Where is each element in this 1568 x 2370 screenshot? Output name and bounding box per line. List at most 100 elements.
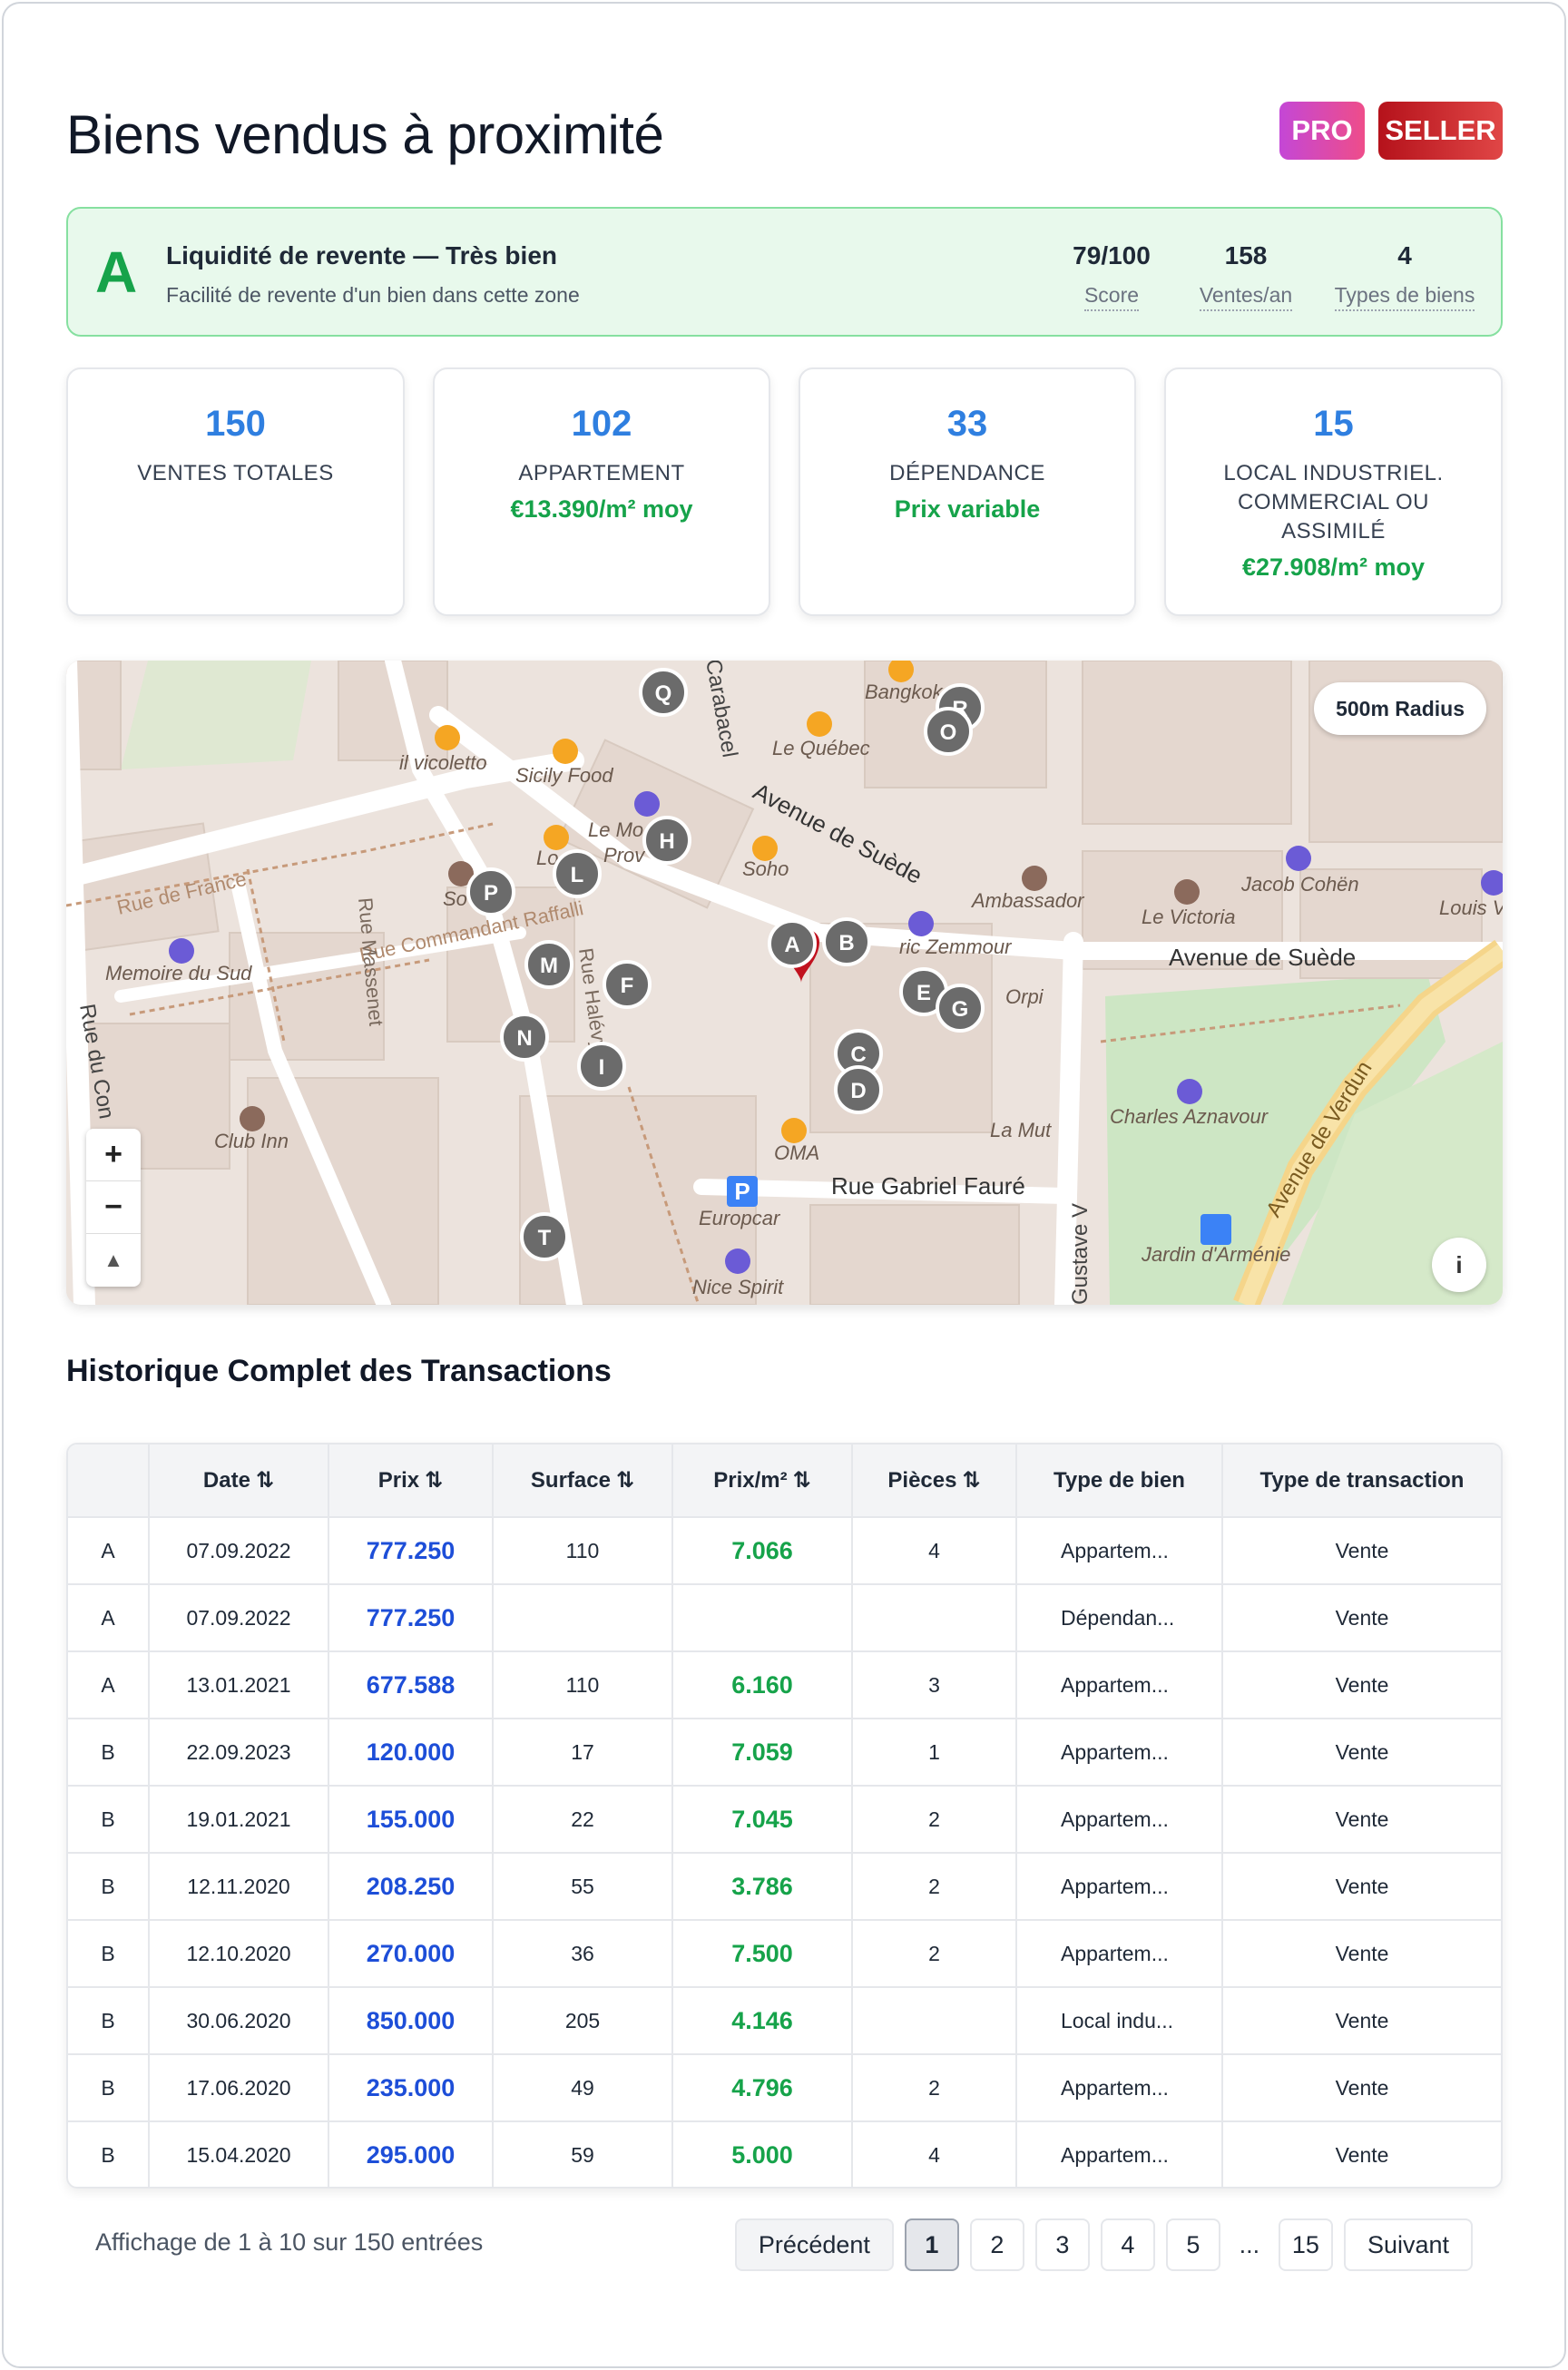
map-marker-b[interactable]: B	[822, 917, 871, 966]
table-row[interactable]: B 30.06.2020 850.000 205 4.146 Local ind…	[68, 1987, 1501, 2055]
poi-nice-spirit[interactable]: Nice Spirit	[692, 1276, 784, 1298]
sort-icon[interactable]: ⇅	[793, 1468, 811, 1493]
radius-button[interactable]: 500m Radius	[1314, 682, 1486, 735]
zoom-in-button[interactable]: +	[86, 1129, 141, 1181]
hotel-icon[interactable]	[1022, 866, 1047, 891]
col-prix[interactable]: Prix ⇅	[328, 1445, 494, 1518]
map-canvas[interactable]: Rue de France Rue Commandant Raffalli Ru…	[66, 661, 1503, 1305]
poi-club-inn[interactable]: Club Inn	[214, 1130, 289, 1152]
page-15-button[interactable]: 15	[1278, 2218, 1333, 2271]
fastfood-icon[interactable]	[553, 739, 578, 764]
table-row[interactable]: B 15.04.2020 295.000 59 5.000 4 Appartem…	[68, 2121, 1501, 2187]
map-info-icon[interactable]: i	[1432, 1238, 1486, 1292]
poi-bangkok[interactable]: Bangkok	[865, 681, 944, 703]
table-row[interactable]: A 13.01.2021 677.588 110 6.160 3 Apparte…	[68, 1651, 1501, 1719]
poi-jardin-armenie[interactable]: Jardin d'Arménie	[1141, 1243, 1290, 1266]
poi-charles-aznavour[interactable]: Charles Aznavour	[1110, 1105, 1269, 1128]
map-marker-i[interactable]: I	[577, 1042, 626, 1091]
page-4-button[interactable]: 4	[1100, 2218, 1155, 2271]
poi-prov[interactable]: Prov	[603, 844, 646, 867]
map-marker-p[interactable]: P	[466, 867, 515, 916]
poi-sicily-food[interactable]: Sicily Food	[515, 764, 613, 787]
col-pieces[interactable]: Pièces ⇅	[852, 1445, 1017, 1518]
poi-oma[interactable]: OMA	[774, 1141, 819, 1164]
bus-stop-icon[interactable]	[1200, 1214, 1231, 1245]
card-sub: Prix variable	[894, 495, 1041, 523]
cell-price: 208.250	[328, 1853, 494, 1921]
col-surface[interactable]: Surface ⇅	[493, 1445, 673, 1518]
zoom-out-button[interactable]: −	[86, 1181, 141, 1234]
page-3-button[interactable]: 3	[1034, 2218, 1090, 2271]
map-marker-q[interactable]: Q	[639, 668, 688, 717]
poi-louis-v[interactable]: Louis V	[1439, 896, 1503, 919]
liquidity-sales-per-year[interactable]: 158 Ventes/an	[1187, 241, 1305, 311]
poi-so[interactable]: So	[443, 887, 467, 910]
prev-button[interactable]: Précédent	[734, 2218, 894, 2271]
shop-icon[interactable]	[169, 938, 194, 964]
map-marker-h[interactable]: H	[642, 816, 691, 865]
map-marker-l[interactable]: L	[553, 849, 602, 898]
page-1-button[interactable]: 1	[904, 2218, 959, 2271]
sales-map[interactable]: Rue de France Rue Commandant Raffalli Ru…	[66, 661, 1503, 1305]
next-button[interactable]: Suivant	[1343, 2218, 1473, 2271]
poi-jacob-cohen[interactable]: Jacob Cohën	[1240, 873, 1359, 896]
poi-soho[interactable]: Soho	[742, 857, 789, 880]
table-row[interactable]: B 22.09.2023 120.000 17 7.059 1 Appartem…	[68, 1719, 1501, 1787]
table-row[interactable]: B 19.01.2021 155.000 22 7.045 2 Appartem…	[68, 1786, 1501, 1854]
table-row[interactable]: A 07.09.2022 777.250 110 7.066 4 Apparte…	[68, 1517, 1501, 1585]
museum-icon[interactable]	[1177, 1079, 1202, 1104]
page-2-button[interactable]: 2	[969, 2218, 1024, 2271]
table-row[interactable]: B 12.11.2020 208.250 55 3.786 2 Appartem…	[68, 1853, 1501, 1921]
hotel-icon[interactable]	[1174, 879, 1200, 905]
poi-le-victoria[interactable]: Le Victoria	[1142, 906, 1236, 928]
liquidity-score-label: Score	[1083, 283, 1140, 311]
map-marker-g[interactable]: G	[936, 984, 985, 1033]
cell-rooms: 3	[852, 1651, 1017, 1719]
map-marker-t[interactable]: T	[520, 1212, 569, 1261]
map-marker-d[interactable]: D	[834, 1065, 883, 1114]
cell-price: 235.000	[328, 2054, 494, 2122]
col-prix-m2[interactable]: Prix/m² ⇅	[672, 1445, 853, 1518]
liquidity-property-types[interactable]: 4 Types de biens	[1328, 241, 1482, 311]
compass-icon[interactable]: ▲	[86, 1234, 141, 1287]
poi-le-quebec[interactable]: Le Québec	[772, 737, 870, 759]
cell-type: Appartem...	[1016, 1517, 1223, 1585]
col-date[interactable]: Date ⇅	[149, 1445, 329, 1518]
cell-date: 12.11.2020	[149, 1853, 329, 1921]
liquidity-score[interactable]: 79/100 Score	[1062, 241, 1161, 311]
table-row[interactable]: A 07.09.2022 777.250 Dépendan... Vente	[68, 1584, 1501, 1652]
bar-icon[interactable]	[781, 1118, 807, 1143]
poi-zemmour[interactable]: ric Zemmour	[899, 935, 1013, 958]
shop-icon[interactable]	[634, 791, 660, 817]
map-marker-f[interactable]: F	[603, 960, 652, 1009]
poi-la-mut[interactable]: La Mut	[990, 1119, 1052, 1141]
map-marker-a[interactable]: A	[768, 919, 817, 968]
shop-icon[interactable]	[725, 1249, 750, 1274]
table-row[interactable]: B 12.10.2020 270.000 36 7.500 2 Appartem…	[68, 1920, 1501, 1988]
pro-badge[interactable]: PRO	[1279, 102, 1365, 160]
poi-europcar[interactable]: Europcar	[699, 1207, 781, 1229]
sort-icon[interactable]: ⇅	[616, 1468, 634, 1493]
clothes-icon[interactable]	[1286, 846, 1311, 871]
restaurant-icon[interactable]	[435, 725, 460, 750]
poi-orpi[interactable]: Orpi	[1005, 985, 1044, 1008]
poi-ambassador[interactable]: Ambassador	[970, 889, 1085, 912]
sort-icon[interactable]: ⇅	[256, 1468, 274, 1493]
cell-marker: B	[68, 1987, 150, 2055]
liquidity-sales-label: Ventes/an	[1199, 283, 1293, 311]
hairdresser-icon[interactable]	[908, 911, 934, 936]
poi-memoire-du-sud[interactable]: Memoire du Sud	[105, 962, 252, 984]
map-marker-o[interactable]: O	[924, 707, 973, 756]
restaurant-icon[interactable]	[807, 711, 832, 737]
street-rue-gabriel-faure: Rue Gabriel Fauré	[831, 1172, 1025, 1200]
sort-icon[interactable]: ⇅	[962, 1468, 980, 1493]
map-marker-n[interactable]: N	[500, 1013, 549, 1062]
poi-il-vicoletto[interactable]: il vicoletto	[399, 751, 487, 774]
cell-surface: 17	[493, 1719, 673, 1787]
page-5-button[interactable]: 5	[1165, 2218, 1220, 2271]
hotel-icon[interactable]	[240, 1106, 265, 1131]
map-marker-m[interactable]: M	[524, 940, 573, 989]
sort-icon[interactable]: ⇅	[425, 1468, 443, 1493]
table-row[interactable]: B 17.06.2020 235.000 49 4.796 2 Appartem…	[68, 2054, 1501, 2122]
seller-badge[interactable]: SELLER	[1378, 102, 1503, 160]
